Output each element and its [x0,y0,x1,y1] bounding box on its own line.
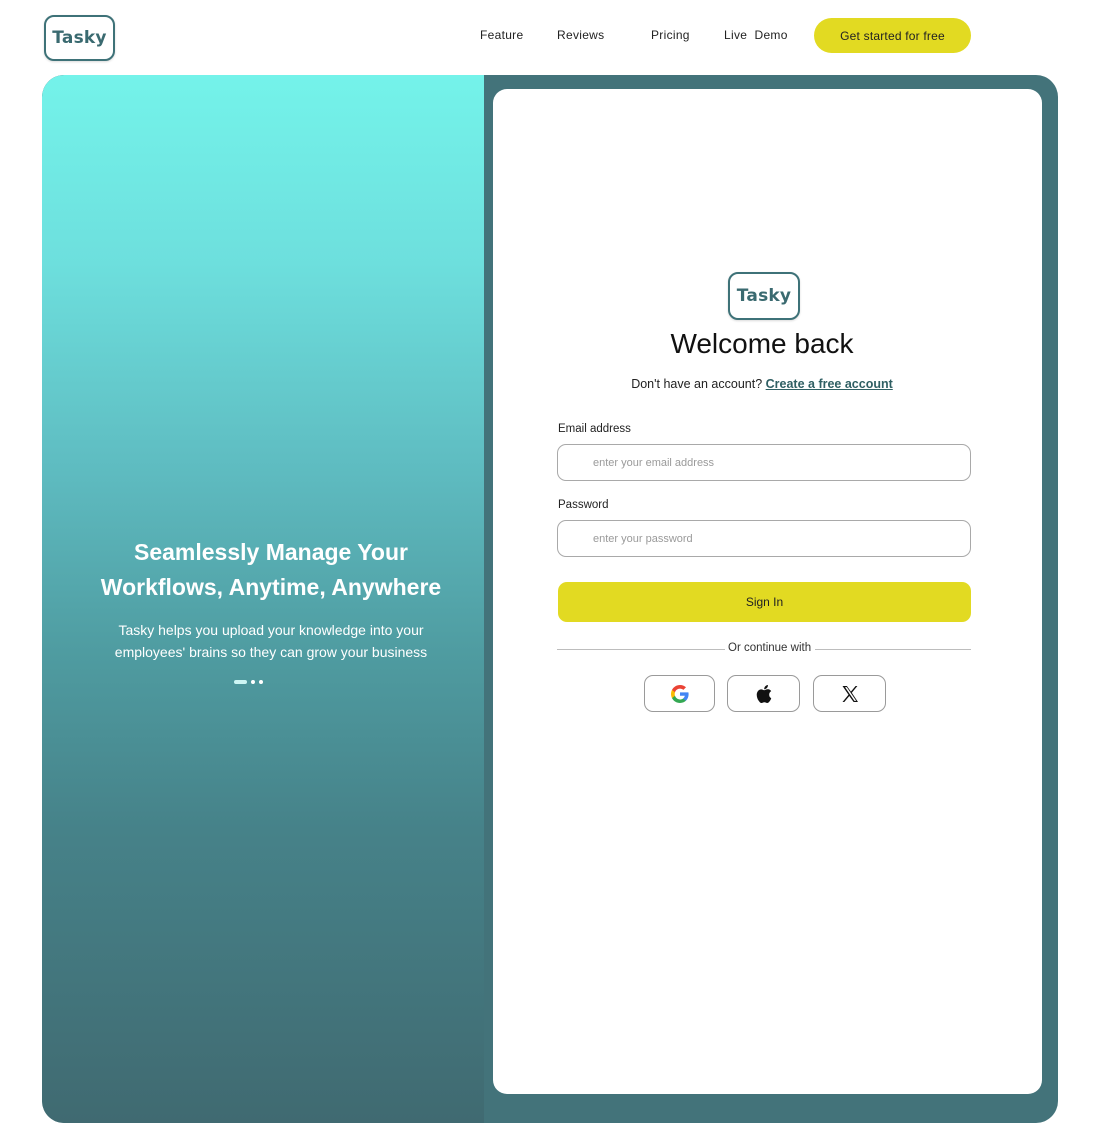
carousel-dot-active[interactable] [234,680,247,684]
hero-subtitle: Tasky helps you upload your knowledge in… [42,619,500,663]
email-field[interactable] [557,444,971,481]
carousel-indicator [234,679,263,685]
password-field[interactable] [557,520,971,557]
hero-title: Seamlessly Manage Your Workflows, Anytim… [42,535,500,605]
hero-title-line-1: Seamlessly Manage Your [133,539,408,565]
login-title: Welcome back [670,328,854,359]
hero-subtitle-line-1: Tasky helps you upload your knowledge in… [118,622,424,638]
apple-login-button[interactable] [727,675,800,712]
nav-feature[interactable]: Feature [480,28,523,42]
x-login-button[interactable] [813,675,886,712]
nav-live-demo[interactable]: Live Demo [724,28,788,42]
brand-logo-text: Tasky [52,28,107,48]
sign-in-button[interactable]: Sign In [558,582,971,622]
get-started-button[interactable]: Get started for free [814,18,971,53]
main-frame: Seamlessly Manage Your Workflows, Anytim… [42,75,1058,1123]
nav-reviews[interactable]: Reviews [557,28,604,42]
x-icon [841,685,859,703]
apple-icon [756,684,772,703]
email-label: Email address [558,423,631,435]
signup-prompt: Don't have an account? Create a free acc… [493,377,1031,391]
google-login-button[interactable] [644,675,715,712]
login-logo-text: Tasky [736,286,792,306]
hero-subtitle-line-2: employees' brains so they can grow your … [114,644,428,660]
google-icon [670,684,689,703]
divider-right [815,649,971,650]
hero-title-line-2: Workflows, Anytime, Anywhere [100,574,442,600]
login-panel: Tasky Welcome back Don't have an account… [493,89,1042,1094]
carousel-dot[interactable] [259,680,263,684]
signup-prompt-text: Don't have an account? [631,377,763,391]
carousel-dot[interactable] [251,680,255,684]
hero-panel: Seamlessly Manage Your Workflows, Anytim… [42,75,484,1123]
divider-left [557,649,725,650]
create-account-link[interactable]: Create a free account [766,377,893,391]
divider-text: Or continue with [725,642,815,654]
brand-logo[interactable]: Tasky [44,15,115,61]
login-logo: Tasky [728,272,800,320]
nav-pricing[interactable]: Pricing [651,28,690,42]
password-label: Password [558,499,609,511]
